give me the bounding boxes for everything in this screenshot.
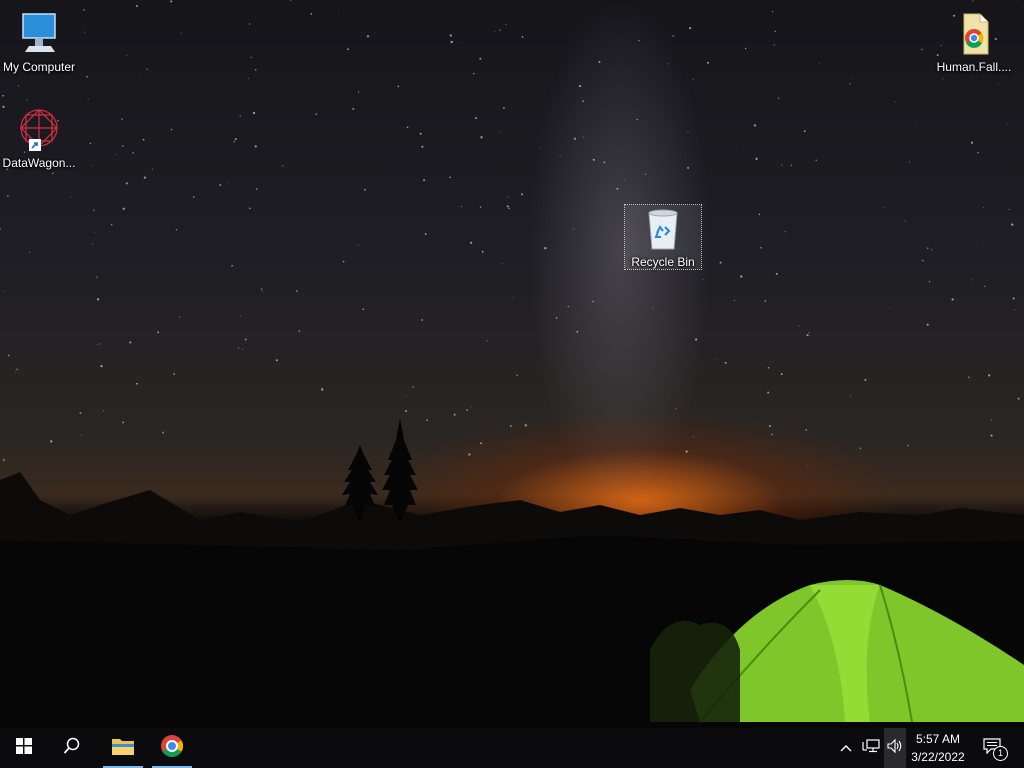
clock-date: 3/22/2022 bbox=[911, 750, 965, 764]
network-icon bbox=[862, 738, 880, 759]
start-button[interactable] bbox=[0, 728, 48, 768]
windows-start-icon bbox=[16, 737, 32, 759]
clock-button[interactable]: 5:57 AM 3/22/2022 bbox=[902, 728, 974, 768]
recycle-bin-icon bbox=[639, 205, 687, 253]
datawagon-shortcut-icon bbox=[15, 106, 63, 154]
notification-icon: 1 bbox=[983, 738, 1008, 761]
desktop-icon-label: DataWagon... bbox=[2, 156, 76, 170]
desktop-icon-label: My Computer bbox=[2, 60, 76, 74]
network-tray-button[interactable] bbox=[859, 728, 883, 768]
wallpaper-art bbox=[0, 0, 1024, 728]
human-fall-desktop-icon[interactable]: Human.Fall.... bbox=[936, 10, 1012, 74]
desktop-icon-label: Recycle Bin bbox=[631, 255, 695, 269]
search-icon bbox=[63, 737, 81, 760]
search-button[interactable] bbox=[48, 728, 96, 768]
chrome-icon bbox=[160, 734, 184, 763]
clock-time: 5:57 AM bbox=[915, 732, 961, 746]
folder-icon bbox=[111, 736, 135, 761]
datawagon-desktop-icon[interactable]: DataWagon... bbox=[1, 106, 77, 170]
chevron-up-icon bbox=[840, 739, 852, 757]
recycle-bin-desktop-icon[interactable]: Recycle Bin bbox=[624, 204, 702, 270]
show-hidden-icons-button[interactable] bbox=[836, 728, 856, 768]
taskbar: 5:57 AM 3/22/2022 1 bbox=[0, 728, 1024, 768]
desktop-icon-label: Human.Fall.... bbox=[936, 60, 1012, 74]
taskbar-file-explorer[interactable] bbox=[99, 728, 147, 768]
chrome-file-icon bbox=[950, 10, 998, 58]
desktop-wallpaper bbox=[0, 0, 1024, 728]
my-computer-desktop-icon[interactable]: My Computer bbox=[1, 10, 77, 74]
taskbar-google-chrome[interactable] bbox=[148, 728, 196, 768]
computer-icon bbox=[15, 10, 63, 58]
notification-count-badge: 1 bbox=[993, 746, 1008, 761]
action-center-button[interactable]: 1 bbox=[978, 728, 1010, 768]
